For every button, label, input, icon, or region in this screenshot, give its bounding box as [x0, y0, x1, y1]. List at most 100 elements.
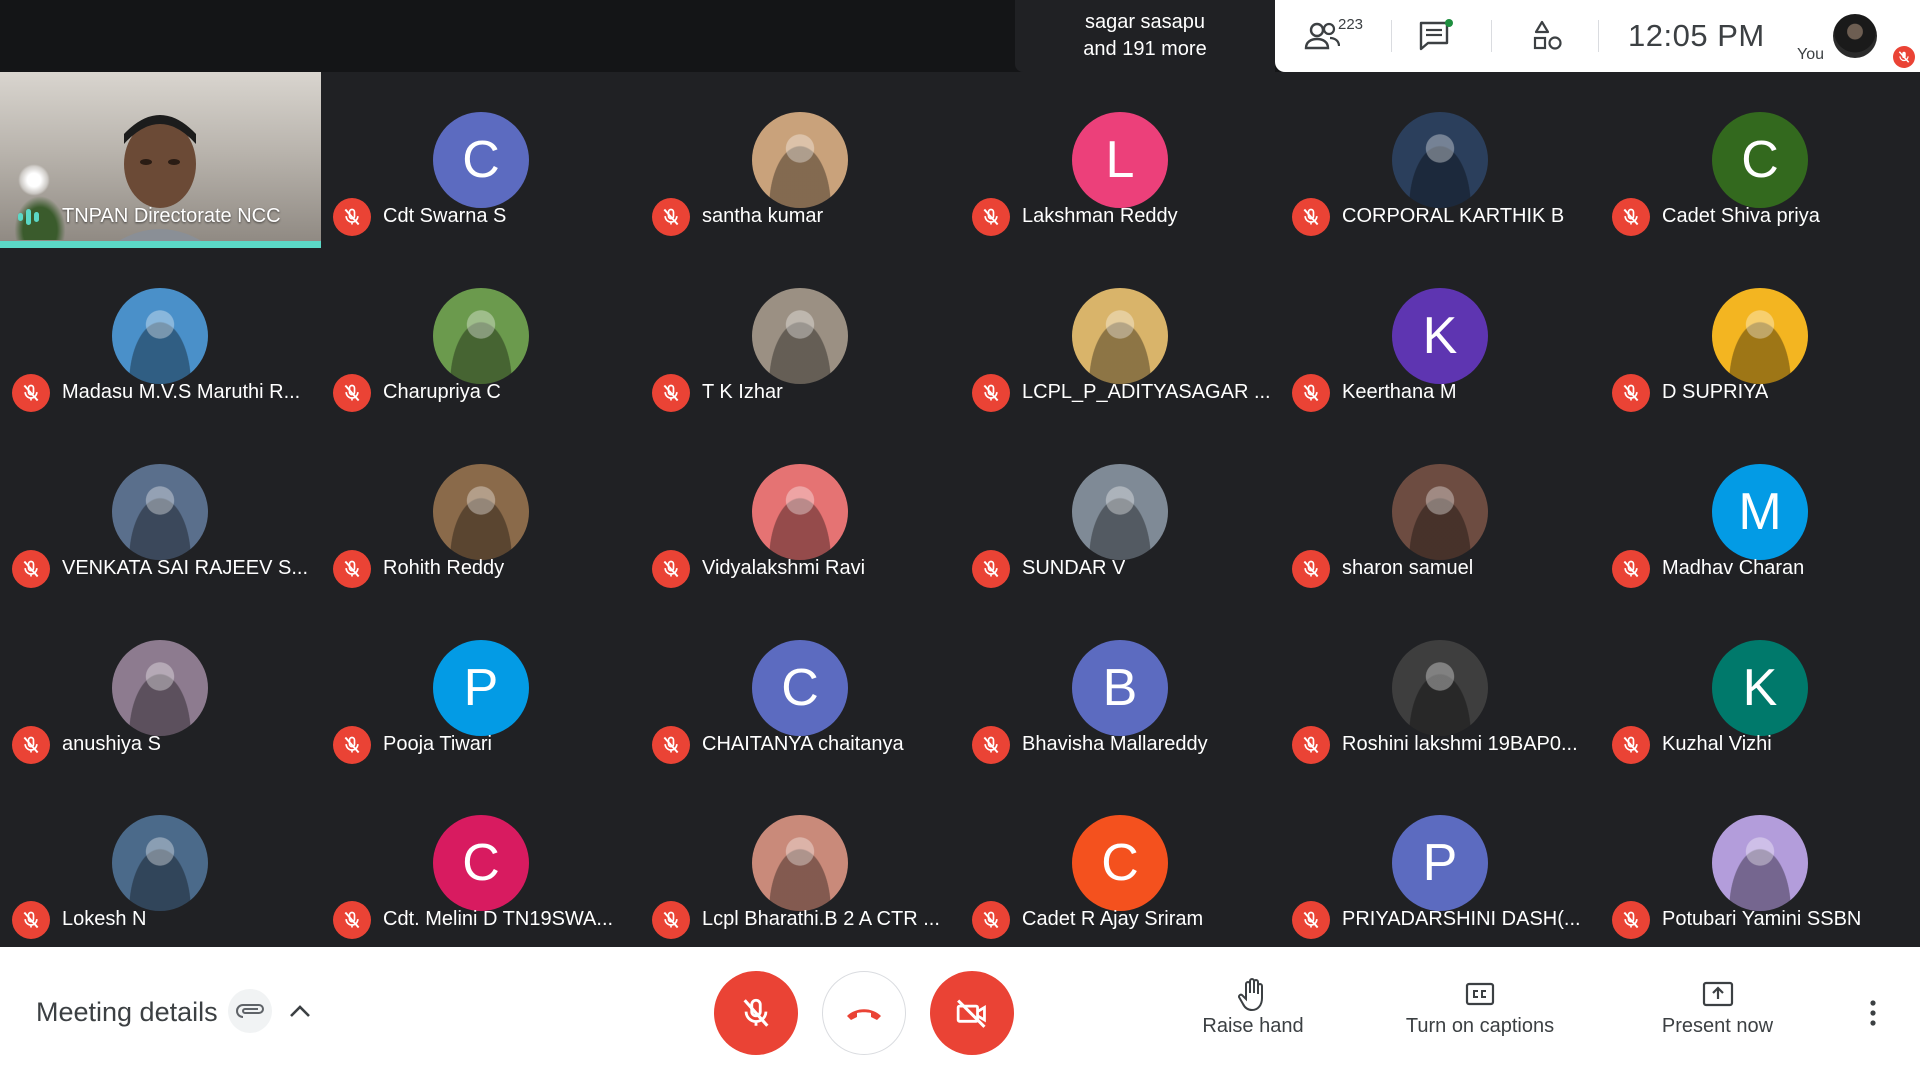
participant-avatar: P	[1392, 815, 1488, 911]
participant-name: CHAITANYA chaitanya	[702, 733, 904, 755]
participant-name: TNPAN Directorate NCC	[62, 205, 281, 227]
participant-name: Cadet Shiva priya	[1662, 205, 1820, 227]
present-now-button[interactable]: Present now	[1640, 973, 1795, 1038]
participant-tile[interactable]: Lcpl Bharathi.B 2 A CTR ...	[640, 775, 961, 951]
participant-name: Bhavisha Mallareddy	[1022, 733, 1208, 755]
mic-off-icon	[1612, 550, 1650, 588]
present-now-label: Present now	[1661, 1015, 1774, 1037]
participant-name: Cadet R Ajay Sriram	[1022, 908, 1204, 930]
participant-tile[interactable]: K Kuzhal Vizhi	[1600, 600, 1920, 776]
participant-avatar	[1392, 640, 1488, 736]
participant-tile[interactable]: Lokesh N	[0, 775, 321, 951]
participant-name: Pooja Tiwari	[383, 733, 492, 755]
participant-name: VENKATA SAI RAJEEV S...	[62, 557, 309, 579]
toggle-camera-button[interactable]	[930, 971, 1014, 1055]
participant-name: Cdt Swarna S	[383, 205, 507, 227]
participant-tile[interactable]: Potubari Yamini SSBN	[1600, 775, 1920, 951]
mic-off-icon	[1292, 374, 1330, 412]
participant-name: santha kumar	[702, 205, 824, 227]
participant-avatar: P	[433, 640, 529, 736]
participant-avatar	[433, 288, 529, 384]
participant-tile[interactable]: anushiya S	[0, 600, 321, 776]
participant-name: Cdt. Melini D TN19SWA...	[383, 908, 614, 930]
participant-tile[interactable]: M Madhav Charan	[1600, 424, 1920, 600]
participant-tile[interactable]: LCPL_P_ADITYASAGAR ...	[960, 248, 1281, 424]
mic-off-icon	[652, 550, 690, 588]
participant-avatar	[112, 640, 208, 736]
mic-off-icon	[1292, 550, 1330, 588]
activities-button[interactable]	[1526, 14, 1570, 58]
participant-tile[interactable]: P PRIYADARSHINI DASH(...	[1280, 775, 1601, 951]
hang-up-icon	[847, 1009, 881, 1020]
more-options-icon[interactable]	[1858, 991, 1888, 1035]
participant-name: Keerthana M	[1342, 381, 1457, 403]
raise-hand-label: Raise hand	[1202, 1015, 1304, 1037]
captions-button[interactable]: Turn on captions	[1390, 973, 1570, 1038]
camera-off-icon	[956, 999, 986, 1028]
participant-tile[interactable]: D SUPRIYA	[1600, 248, 1920, 424]
participant-tile[interactable]: Vidyalakshmi Ravi	[640, 424, 961, 600]
participant-avatar: C	[1072, 815, 1168, 911]
participant-tile[interactable]: C Cadet R Ajay Sriram	[960, 775, 1281, 951]
participant-name: SUNDAR V	[1022, 557, 1126, 579]
participant-name: Lokesh N	[62, 908, 147, 930]
participant-tile[interactable]: C Cadet Shiva priya	[1600, 72, 1920, 248]
active-speaker-tile[interactable]: TNPAN Directorate NCC	[0, 72, 321, 248]
participant-tile[interactable]: Madasu M.V.S Maruthi R...	[0, 248, 321, 424]
participant-tile[interactable]: P Pooja Tiwari	[321, 600, 642, 776]
participant-avatar	[112, 815, 208, 911]
meeting-details-button[interactable]: Meeting details	[36, 997, 218, 1028]
participant-avatar	[1072, 288, 1168, 384]
mic-off-icon	[972, 550, 1010, 588]
participant-tile[interactable]: T K Izhar	[640, 248, 961, 424]
divider	[1598, 20, 1599, 52]
people-icon	[1304, 22, 1340, 50]
participant-avatar	[752, 464, 848, 560]
participant-tile[interactable]: VENKATA SAI RAJEEV S...	[0, 424, 321, 600]
mic-off-icon	[333, 726, 371, 764]
raise-hand-button[interactable]: Raise hand	[1190, 973, 1316, 1038]
participant-avatar: C	[433, 815, 529, 911]
participant-tile[interactable]: Roshini lakshmi 19BAP0...	[1280, 600, 1601, 776]
self-avatar[interactable]	[1833, 14, 1877, 58]
participant-tile[interactable]: L Lakshman Reddy	[960, 72, 1281, 248]
closed-captions-icon	[1465, 982, 1495, 1006]
participant-name: Potubari Yamini SSBN	[1662, 908, 1862, 930]
attachment-icon[interactable]	[228, 989, 272, 1033]
mic-off-icon	[1612, 901, 1650, 939]
participant-avatar: K	[1712, 640, 1808, 736]
participant-tile[interactable]: C Cdt Swarna S	[321, 72, 642, 248]
presenter-info[interactable]: sagar sasapu and 191 more	[1015, 0, 1275, 72]
participant-avatar	[752, 112, 848, 208]
participant-tile[interactable]: CORPORAL KARTHIK B	[1280, 72, 1601, 248]
participant-name: sharon samuel	[1342, 557, 1474, 579]
participant-name: Vidyalakshmi Ravi	[702, 557, 866, 579]
mic-off-icon	[12, 374, 50, 412]
mic-off-icon	[333, 374, 371, 412]
participant-tile[interactable]: sharon samuel	[1280, 424, 1601, 600]
participant-avatar	[112, 288, 208, 384]
participant-avatar	[1392, 464, 1488, 560]
toggle-mic-button[interactable]	[714, 971, 798, 1055]
chat-button[interactable]	[1414, 14, 1458, 58]
participant-tile[interactable]: C CHAITANYA chaitanya	[640, 600, 961, 776]
participant-tile[interactable]: C Cdt. Melini D TN19SWA...	[321, 775, 642, 951]
chevron-up-icon[interactable]	[282, 993, 318, 1029]
participant-tile[interactable]: B Bhavisha Mallareddy	[960, 600, 1281, 776]
presenter-name: sagar sasapu	[1084, 11, 1206, 33]
top-bar: sagar sasapu and 191 more 223 12:05 PM Y…	[0, 0, 1920, 72]
participant-tile[interactable]: Rohith Reddy	[321, 424, 642, 600]
people-count: 223	[1338, 16, 1364, 33]
participant-name: Madasu M.V.S Maruthi R...	[62, 381, 301, 403]
participant-tile[interactable]: SUNDAR V	[960, 424, 1281, 600]
participant-tile[interactable]: santha kumar	[640, 72, 961, 248]
mic-off-icon	[652, 198, 690, 236]
participant-name: LCPL_P_ADITYASAGAR ...	[1022, 381, 1271, 403]
participant-tile[interactable]: K Keerthana M	[1280, 248, 1601, 424]
leave-call-button[interactable]	[822, 971, 906, 1055]
self-mic-off-icon	[1893, 46, 1915, 68]
participant-name: Lakshman Reddy	[1022, 205, 1178, 227]
participant-avatar: C	[1712, 112, 1808, 208]
participant-tile[interactable]: Charupriya C	[321, 248, 642, 424]
mic-off-icon	[333, 550, 371, 588]
